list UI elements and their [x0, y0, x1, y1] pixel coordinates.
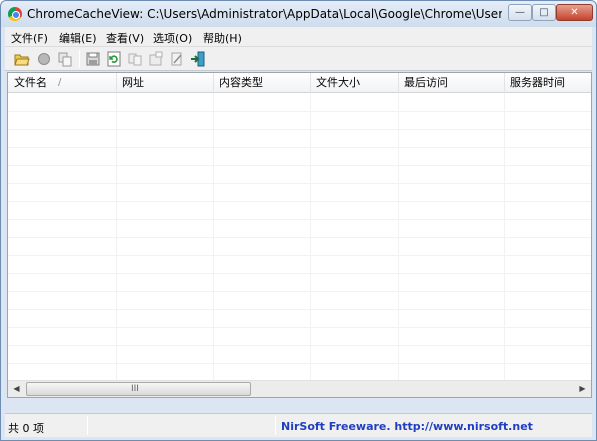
window-title: ChromeCacheView: C:\Users\Administrator\… — [27, 7, 502, 21]
column-header-content-type[interactable]: 内容类型 — [213, 73, 308, 93]
menu-edit[interactable]: 编辑(E) — [59, 30, 97, 46]
properties-icon[interactable] — [147, 50, 165, 68]
grid-row-line — [8, 111, 591, 112]
copy-files-icon[interactable] — [126, 50, 144, 68]
scroll-right-arrow-icon[interactable]: ▶ — [574, 381, 591, 397]
chrome-app-icon — [8, 7, 22, 21]
grid-row-line — [8, 201, 591, 202]
menu-view[interactable]: 查看(V) — [106, 30, 144, 46]
grid-row-line — [8, 147, 591, 148]
column-header-filename[interactable]: 文件名 / — [8, 73, 113, 93]
scrollbar-thumb[interactable]: III — [26, 382, 251, 396]
grid-row-line — [8, 273, 591, 274]
column-header-server-time[interactable]: 服务器时间 — [504, 73, 591, 93]
exit-icon[interactable] — [189, 50, 207, 68]
stop-icon[interactable] — [35, 50, 53, 68]
item-count: 共 0 项 — [8, 422, 44, 435]
grid-row-line — [8, 327, 591, 328]
grid-row-line — [8, 255, 591, 256]
menu-help[interactable]: 帮助(H) — [203, 30, 242, 46]
list-body[interactable] — [8, 93, 591, 381]
list-header: 文件名 / 网址 内容类型 文件大小 最后访问 服务器时间 — [8, 73, 591, 93]
title-bar[interactable]: ChromeCacheView: C:\Users\Administrator\… — [1, 1, 596, 27]
grid-row-line — [8, 345, 591, 346]
grid-row-line — [8, 219, 591, 220]
menu-options[interactable]: 选项(O) — [153, 30, 192, 46]
column-header-url[interactable]: 网址 — [116, 73, 211, 93]
status-divider — [275, 416, 276, 435]
scrollbar-grip: III — [131, 384, 139, 394]
grid-row-line — [8, 129, 591, 130]
close-button[interactable]: ✕ — [556, 4, 593, 21]
menu-file[interactable]: 文件(F) — [11, 30, 48, 46]
refresh-icon[interactable] — [105, 50, 123, 68]
status-divider — [87, 416, 88, 435]
copy-icon[interactable] — [56, 50, 74, 68]
horizontal-scrollbar[interactable]: ◀ III ▶ — [8, 380, 591, 397]
grid-row-line — [8, 309, 591, 310]
scroll-left-arrow-icon[interactable]: ◀ — [8, 381, 25, 397]
column-header-last-accessed[interactable]: 最后访问 — [398, 73, 501, 93]
grid-row-line — [8, 237, 591, 238]
toolbar-separator — [79, 50, 80, 68]
minimize-button[interactable]: — — [508, 4, 532, 21]
sort-indicator: / — [58, 77, 62, 88]
grid-row-line — [8, 183, 591, 184]
maximize-button[interactable]: □ — [532, 4, 556, 21]
column-header-file-size[interactable]: 文件大小 — [310, 73, 395, 93]
menu-bar: 文件(F) 编辑(E) 查看(V) 选项(O) 帮助(H) — [5, 27, 592, 47]
open-folder-icon[interactable] — [13, 50, 31, 68]
cache-list-view[interactable]: 文件名 / 网址 内容类型 文件大小 最后访问 服务器时间 ◀ III ▶ — [7, 72, 592, 398]
html-report-icon[interactable] — [168, 50, 186, 68]
status-bar: 共 0 项 NirSoft Freeware. http://www.nirso… — [5, 413, 592, 437]
nirsoft-link[interactable]: NirSoft Freeware. http://www.nirsoft.net — [281, 420, 533, 433]
toolbar — [5, 47, 592, 71]
app-window: ChromeCacheView: C:\Users\Administrator\… — [0, 0, 597, 441]
grid-row-line — [8, 291, 591, 292]
save-icon[interactable] — [84, 50, 102, 68]
grid-row-line — [8, 363, 591, 364]
grid-row-line — [8, 165, 591, 166]
